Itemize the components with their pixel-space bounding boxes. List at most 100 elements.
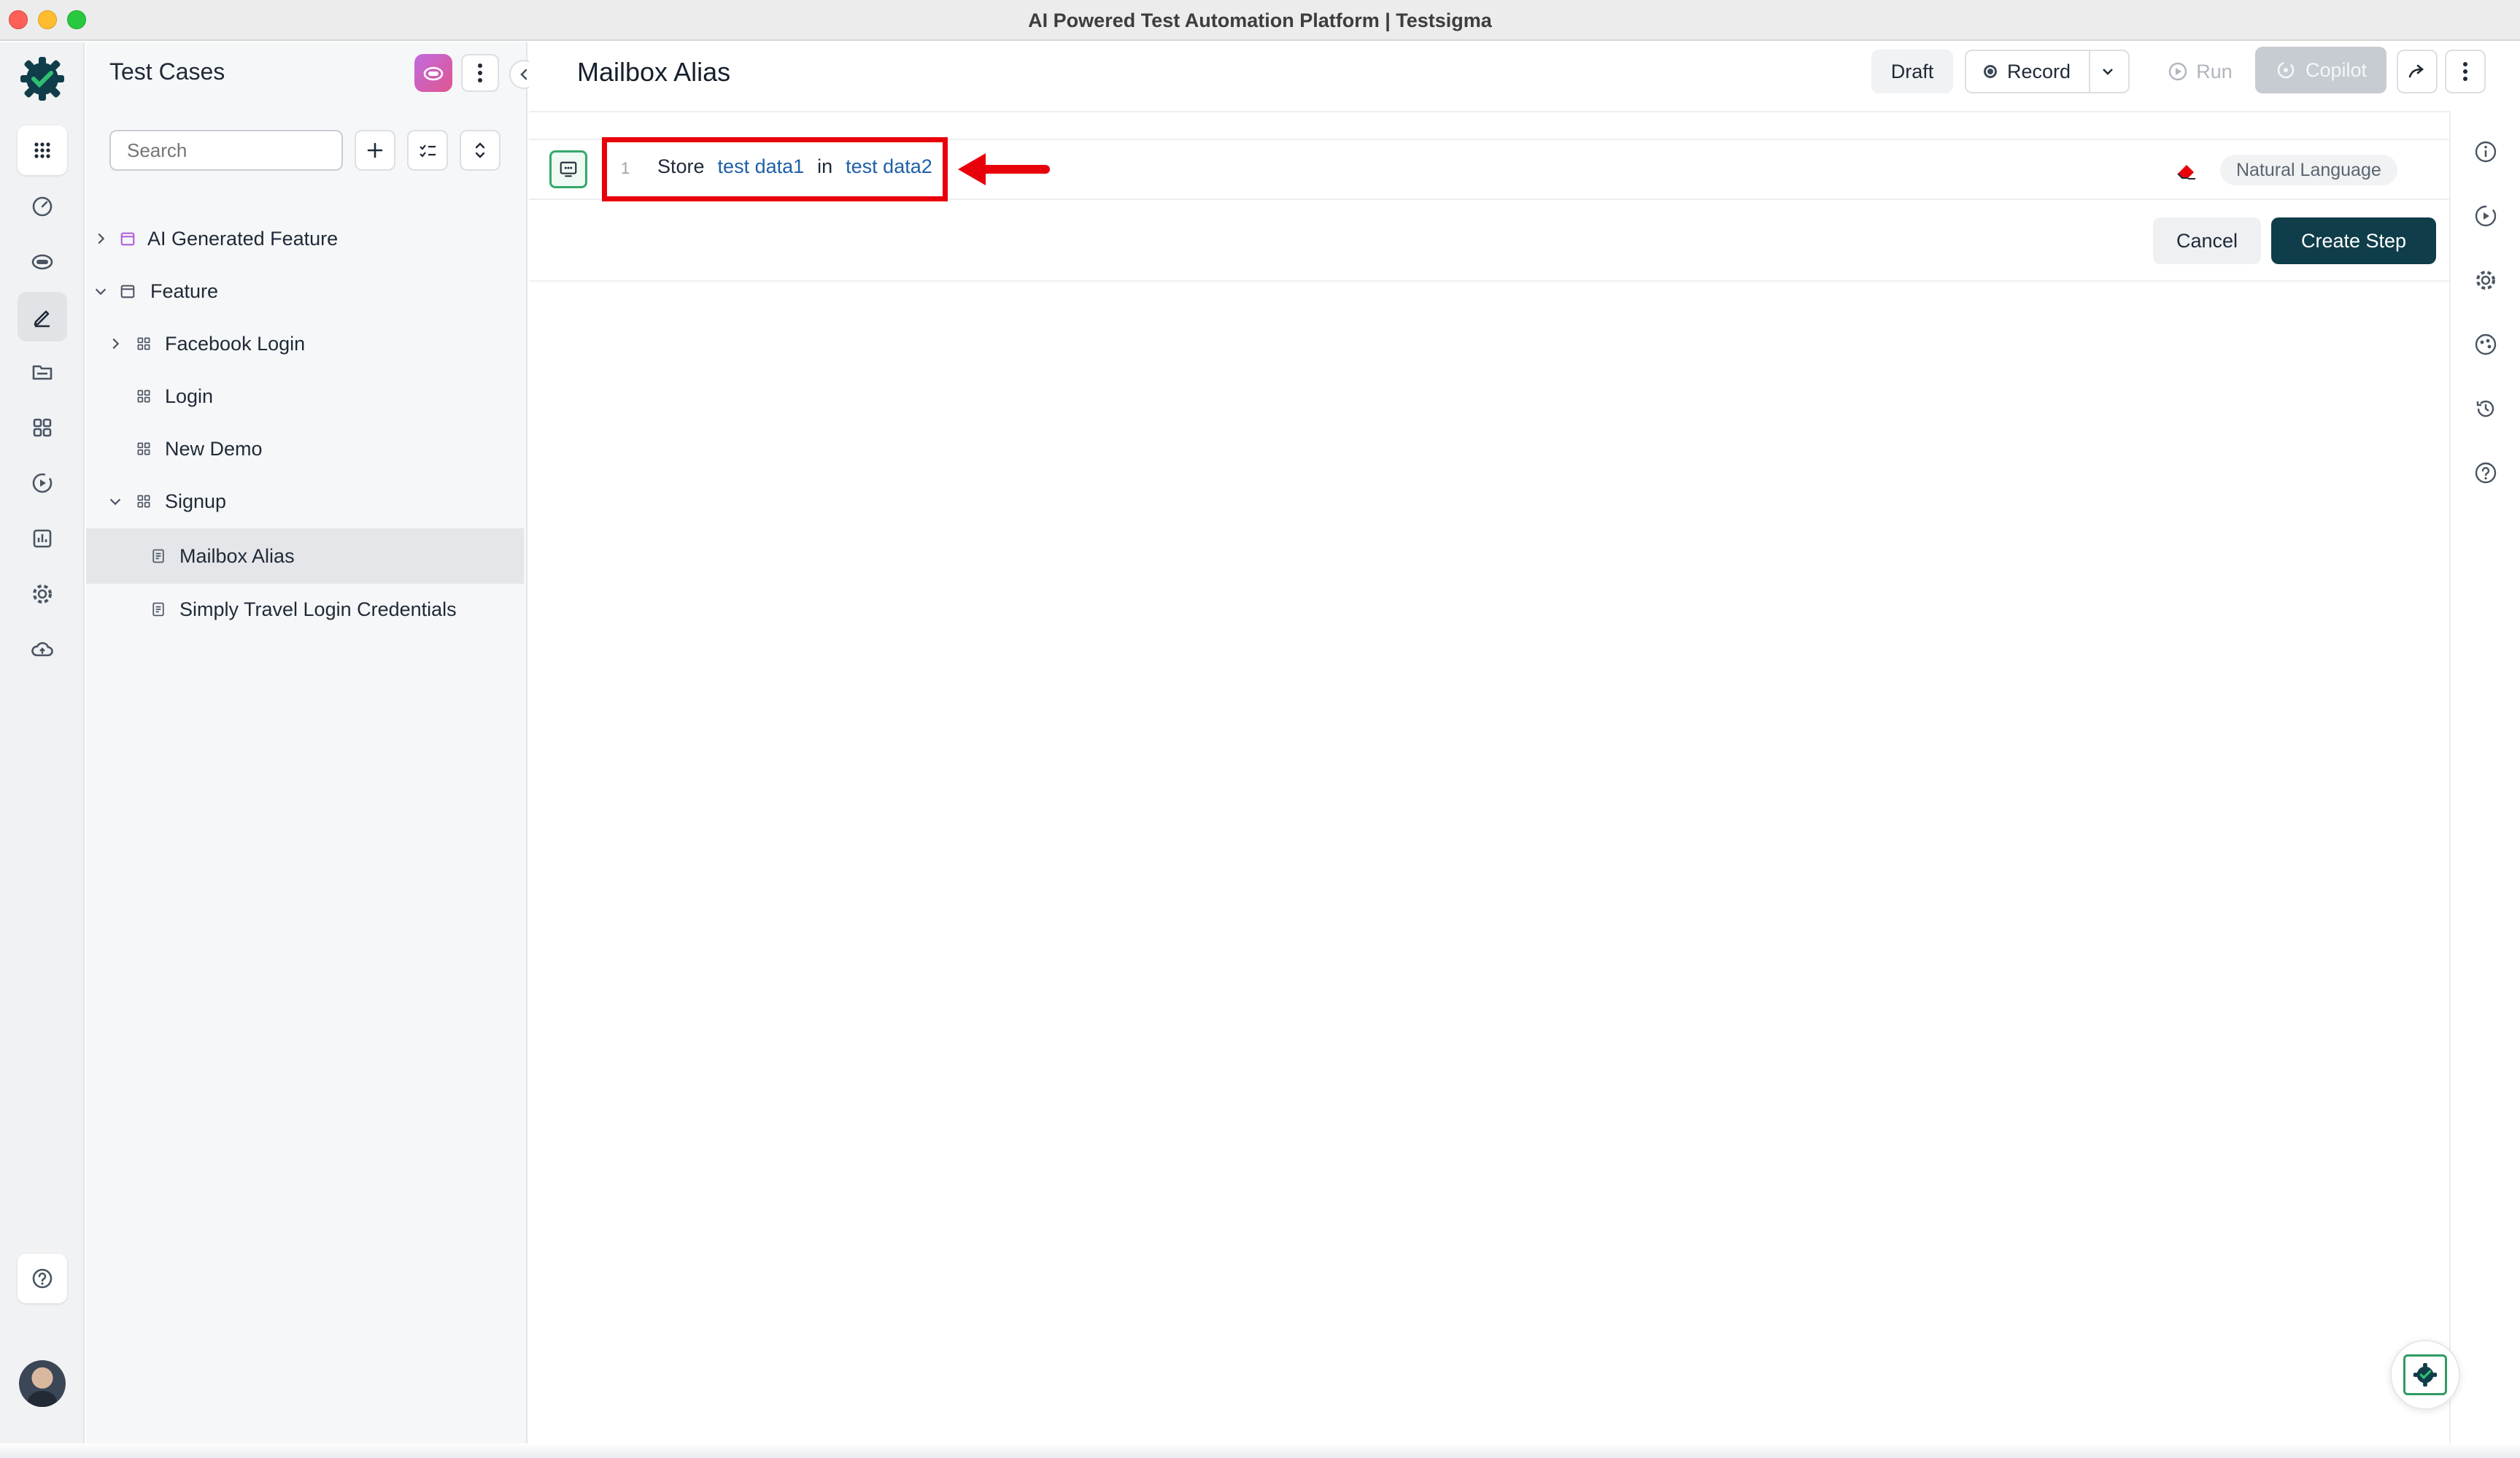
chevron-down-icon[interactable] <box>2099 63 2117 80</box>
run-history-button[interactable] <box>2473 203 2499 229</box>
chevron-down-icon[interactable] <box>92 282 109 300</box>
tree-item-label: AI Generated Feature <box>147 227 339 250</box>
divider <box>529 280 2449 282</box>
help-button[interactable] <box>2473 460 2499 486</box>
copilot-nav-button[interactable] <box>18 236 67 286</box>
test-cases-nav-button[interactable] <box>18 292 67 342</box>
question-circle-icon <box>2475 462 2497 484</box>
copilot-icon <box>2277 61 2295 79</box>
eraser-icon[interactable] <box>2175 159 2198 181</box>
copilot-badge-button[interactable] <box>414 54 452 92</box>
annotation-arrow-icon <box>958 153 1050 185</box>
tree-item-ai-generated-feature[interactable]: AI Generated Feature <box>86 213 524 264</box>
tree-item-label: Simply Travel Login Credentials <box>179 598 457 620</box>
window-title: AI Powered Test Automation Platform | Te… <box>1028 9 1492 31</box>
feature-icon <box>118 229 137 248</box>
play-circle-icon <box>2475 205 2497 227</box>
natural-language-mode-toggle[interactable]: Natural Language <box>2220 155 2397 185</box>
gear-icon <box>33 585 52 603</box>
record-icon <box>1984 65 1997 78</box>
blocks-icon <box>33 418 52 437</box>
panel-more-button[interactable] <box>461 54 499 92</box>
record-button[interactable]: Record <box>1965 50 2130 93</box>
history-icon <box>2476 400 2494 417</box>
tree-item-mailbox-alias[interactable]: Mailbox Alias <box>86 528 524 584</box>
test-data-nav-button[interactable] <box>18 347 67 397</box>
annotation-highlight-box <box>602 137 948 201</box>
draft-status-button[interactable]: Draft <box>1871 50 1953 93</box>
history-button[interactable] <box>2473 396 2499 422</box>
divider <box>529 111 2449 112</box>
variables-button[interactable] <box>2473 331 2499 358</box>
help-button[interactable] <box>18 1254 67 1303</box>
feature-icon <box>118 282 137 301</box>
share-arrow-icon <box>2408 64 2424 78</box>
gear-icon <box>2476 271 2495 290</box>
user-avatar[interactable] <box>19 1360 66 1407</box>
create-step-button[interactable]: Create Step <box>2271 217 2436 264</box>
dashboard-nav-button[interactable] <box>18 181 67 231</box>
vertical-dots-icon <box>2463 62 2467 81</box>
tree-item-signup[interactable]: Signup <box>86 476 524 527</box>
runs-nav-button[interactable] <box>18 458 67 508</box>
speedometer-icon <box>32 196 53 217</box>
assistant-chat-button[interactable] <box>2390 1340 2460 1410</box>
step-type-icon <box>560 161 577 177</box>
window-bottom-edge <box>0 1443 2520 1458</box>
more-options-button[interactable] <box>2445 50 2486 93</box>
tree-item-new-demo[interactable]: New Demo <box>86 423 524 474</box>
pencil-icon <box>34 310 50 328</box>
copilot-button[interactable]: Copilot <box>2255 47 2386 93</box>
chevron-right-icon[interactable] <box>92 230 109 247</box>
test-case-icon <box>149 600 168 619</box>
plus-icon <box>367 142 383 158</box>
apps-grid-button[interactable] <box>18 126 67 175</box>
chevron-right-icon[interactable] <box>107 335 124 352</box>
test-case-editor: Mailbox Alias Draft Record Run Copilot 1… <box>529 42 2486 1458</box>
cancel-button[interactable]: Cancel <box>2153 217 2261 264</box>
question-circle-icon <box>32 1268 53 1289</box>
step-type-button[interactable] <box>549 150 587 188</box>
test-case-icon <box>149 547 168 566</box>
copilot-label: Copilot <box>2305 58 2368 81</box>
cloud-upload-nav-button[interactable] <box>18 625 67 674</box>
cloud-upload-icon <box>31 641 53 657</box>
run-button[interactable]: Run <box>2154 50 2245 93</box>
tree-item-facebook-login[interactable]: Facebook Login <box>86 318 524 369</box>
group-icon <box>134 334 153 353</box>
robot-icon <box>423 66 444 81</box>
chat-bubble-icon <box>2403 1354 2447 1395</box>
nav-rail <box>0 42 85 1458</box>
robot-icon <box>31 254 53 270</box>
search-input[interactable] <box>109 130 343 171</box>
palette-icon <box>2475 333 2497 355</box>
window-titlebar: AI Powered Test Automation Platform | Te… <box>0 0 2520 41</box>
apps-grid-icon <box>34 142 50 158</box>
share-button[interactable] <box>2397 50 2438 93</box>
bar-chart-icon <box>33 529 52 548</box>
page-title: Mailbox Alias <box>577 57 731 87</box>
tree-item-label: Facebook Login <box>165 332 306 355</box>
tree-item-simply-travel-login-credentials[interactable]: Simply Travel Login Credentials <box>86 584 524 635</box>
play-circle-icon <box>2169 62 2187 81</box>
panel-heading: Test Cases <box>109 58 225 85</box>
group-icon <box>134 492 153 511</box>
testsigma-logo-icon[interactable] <box>18 54 67 104</box>
bulk-select-button[interactable] <box>407 130 448 171</box>
tree-item-label: Mailbox Alias <box>179 544 295 567</box>
chevron-down-icon[interactable] <box>107 493 124 510</box>
checklist-icon <box>420 144 436 158</box>
info-button[interactable] <box>2473 139 2499 165</box>
tree-item-feature[interactable]: Feature <box>86 266 524 317</box>
expand-collapse-button[interactable] <box>460 130 500 171</box>
reports-nav-button[interactable] <box>18 514 67 563</box>
elements-nav-button[interactable] <box>18 403 67 452</box>
record-label: Record <box>2007 60 2071 82</box>
settings-nav-button[interactable] <box>18 569 67 619</box>
tree-item-label: Login <box>165 385 214 407</box>
settings-button[interactable] <box>2473 267 2499 293</box>
test-cases-panel: Test Cases AI Generated Feature Feature … <box>86 42 538 1458</box>
add-test-case-button[interactable] <box>355 130 395 171</box>
tree-item-login[interactable]: Login <box>86 371 524 422</box>
info-icon <box>2475 141 2497 163</box>
